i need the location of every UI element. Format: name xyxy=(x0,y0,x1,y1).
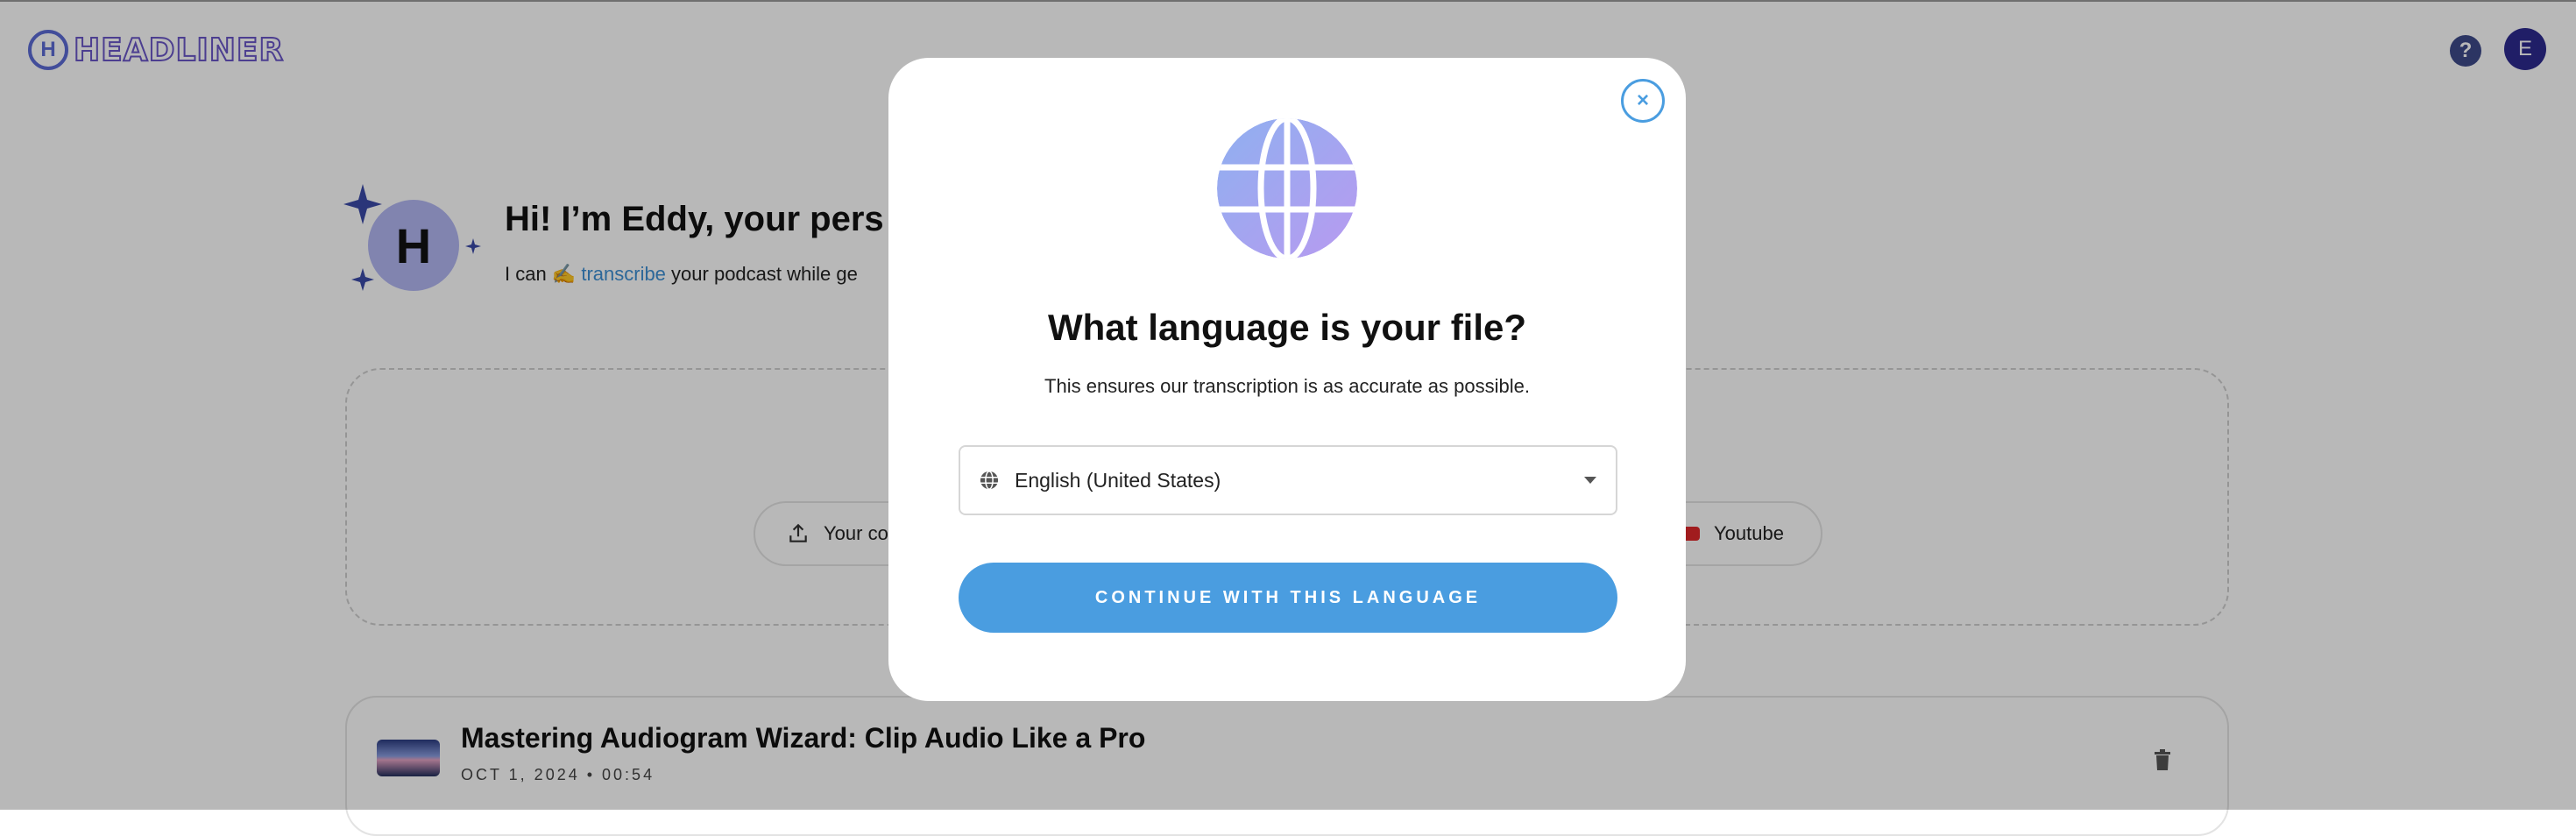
continue-label: CONTINUE WITH THIS LANGUAGE xyxy=(1094,587,1482,607)
chevron-down-icon xyxy=(1584,477,1596,484)
language-modal: × What language is your file? This ensur… xyxy=(888,58,1686,701)
continue-button[interactable]: CONTINUE WITH THIS LANGUAGE xyxy=(959,563,1617,633)
modal-subtitle: This ensures our transcription is as acc… xyxy=(1044,375,1530,397)
language-select[interactable]: English (United States) xyxy=(959,445,1617,515)
globe-icon xyxy=(980,471,999,490)
modal-title: What language is your file? xyxy=(1047,307,1527,348)
selected-language: English (United States) xyxy=(1015,468,1221,492)
close-icon: × xyxy=(1636,89,1649,112)
close-button[interactable]: × xyxy=(1621,79,1665,123)
globe-icon xyxy=(1217,118,1357,259)
